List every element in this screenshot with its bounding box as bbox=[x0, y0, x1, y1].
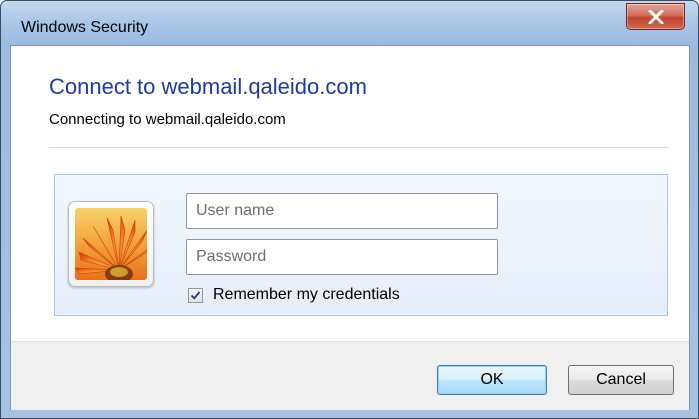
remember-credentials-option[interactable]: Remember my credentials bbox=[188, 285, 400, 305]
close-button[interactable] bbox=[626, 3, 685, 30]
cancel-button[interactable]: Cancel bbox=[568, 365, 674, 395]
remember-label[interactable]: Remember my credentials bbox=[213, 286, 400, 304]
button-bar: OK Cancel bbox=[11, 341, 689, 410]
ok-button[interactable]: OK bbox=[437, 365, 547, 395]
title-bar[interactable]: Windows Security bbox=[1, 1, 698, 45]
user-tile-flower-icon bbox=[75, 208, 147, 280]
username-field[interactable] bbox=[186, 193, 498, 229]
close-x-icon bbox=[648, 10, 664, 24]
remember-checkbox[interactable] bbox=[188, 287, 203, 303]
dialog-heading: Connect to webmail.qaleido.com bbox=[49, 74, 367, 99]
dialog-client-area: Connect to webmail.qaleido.com Connectin… bbox=[10, 45, 690, 410]
password-field[interactable] bbox=[186, 239, 498, 275]
checkmark-icon bbox=[190, 290, 201, 300]
window-title: Windows Security bbox=[21, 19, 149, 36]
dialog-subheading: Connecting to webmail.qaleido.com bbox=[49, 111, 286, 128]
credential-tile: Remember my credentials bbox=[54, 174, 668, 316]
windows-security-dialog: Windows Security Connect to webmail.qale… bbox=[0, 0, 699, 419]
user-tile bbox=[68, 201, 154, 287]
divider bbox=[49, 147, 669, 148]
